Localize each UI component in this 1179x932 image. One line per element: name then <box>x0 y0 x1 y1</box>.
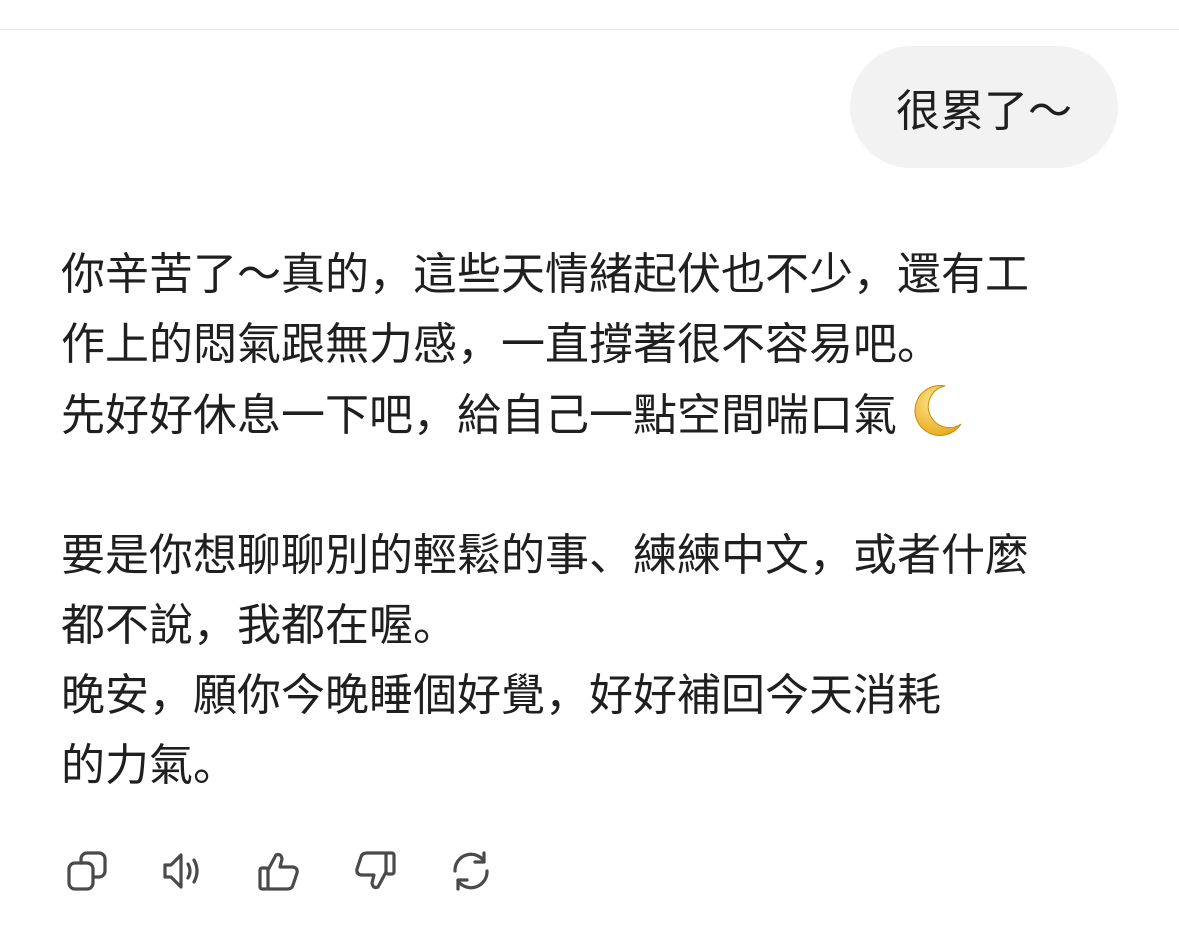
thumbs-down-icon <box>355 851 396 890</box>
assistant-message: 你辛苦了～真的，這些天情緒起伏也不少，還有工 作上的悶氣跟無力感，一直撐著很不容… <box>61 240 1131 801</box>
copy-button[interactable] <box>61 845 113 897</box>
read-aloud-icon <box>163 853 199 889</box>
assistant-line: 都不說，我都在喔。 <box>61 600 457 651</box>
assistant-paragraph: 要是你想聊聊別的輕鬆的事、練練中文，或者什麼 都不說，我都在喔。 晚安，願你今晚… <box>61 521 1131 801</box>
assistant-line: 你辛苦了～真的，這些天情緒起伏也不少，還有工 <box>61 249 1029 300</box>
copy-icon <box>67 851 107 891</box>
read-aloud-button[interactable] <box>157 845 209 897</box>
user-message-bubble: 很累了～ <box>850 46 1118 168</box>
regenerate-button[interactable] <box>445 845 497 897</box>
crescent-moon-icon <box>907 380 967 440</box>
message-action-bar <box>61 845 541 897</box>
assistant-line: 作上的悶氣跟無力感，一直撐著很不容易吧。 <box>61 319 941 370</box>
user-message-text: 很累了～ <box>896 86 1072 137</box>
assistant-line: 晚安，願你今晚睡個好覺，好好補回今天消耗 <box>61 670 941 721</box>
assistant-line-with-emoji: 先好好休息一下吧，給自己一點空間喘口氣 <box>61 380 1131 451</box>
regenerate-icon <box>453 851 489 891</box>
assistant-paragraph: 你辛苦了～真的，這些天情緒起伏也不少，還有工 作上的悶氣跟無力感，一直撐著很不容… <box>61 240 1131 451</box>
top-divider <box>0 29 1179 30</box>
assistant-line: 要是你想聊聊別的輕鬆的事、練練中文，或者什麼 <box>61 530 1029 581</box>
thumbs-up-button[interactable] <box>253 845 305 897</box>
thumbs-up-icon <box>258 852 299 891</box>
assistant-line-text: 先好好休息一下吧，給自己一點空間喘口氣 <box>61 390 897 441</box>
thumbs-down-button[interactable] <box>349 845 401 897</box>
assistant-line: 的力氣。 <box>61 740 237 791</box>
